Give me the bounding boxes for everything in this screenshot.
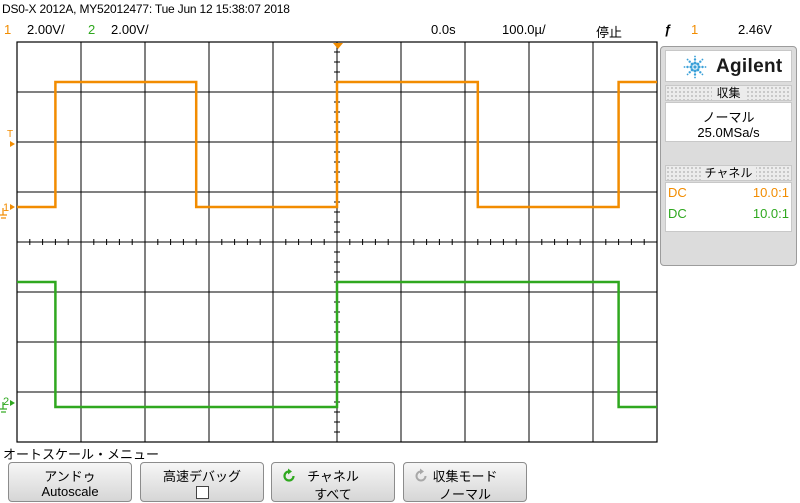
- acquire-section: ノーマル 25.0MSa/s: [665, 102, 792, 142]
- trigger-level-marker: [10, 141, 15, 147]
- acquire-mode: ノーマル: [702, 110, 755, 125]
- brand-name: Agilent: [716, 56, 783, 77]
- ch1-ground-label: 1: [3, 202, 9, 214]
- acquire-mode-button[interactable]: 収集モード ノーマル: [403, 462, 527, 502]
- trigger-position-marker: [333, 43, 343, 49]
- instrument-title: DS0-X 2012A, MY52012477: Tue Jun 12 15:3…: [2, 2, 290, 16]
- trigger-level-label: T: [7, 129, 13, 140]
- info-panel: Agilent 収集 ノーマル 25.0MSa/s チャネル DC 10.0:1…: [660, 46, 797, 266]
- softkey-label: チャネル: [307, 469, 359, 484]
- ch1-waveform: [17, 80, 657, 209]
- agilent-spark-icon: [683, 55, 707, 79]
- autoscale-undo-button[interactable]: アンドゥ Autoscale: [8, 462, 132, 502]
- trigger-edge-icon: ƒ: [664, 22, 672, 37]
- sample-rate: 25.0MSa/s: [697, 125, 760, 140]
- time-scale: 100.0µ/: [502, 22, 546, 37]
- ch2-probe: 10.0:1: [752, 206, 789, 221]
- fast-debug-button[interactable]: 高速デバッグ: [140, 462, 264, 502]
- menu-title: オートスケール・メニュー: [3, 447, 160, 462]
- ch1-coupling: DC: [668, 185, 687, 200]
- time-offset: 0.0s: [431, 22, 456, 37]
- softkey-label: 収集モード: [432, 469, 498, 484]
- softkey-label: アンドゥ: [44, 469, 96, 484]
- acquire-header: 収集: [665, 85, 792, 101]
- softkey-value: すべて: [314, 487, 352, 502]
- ch2-ground-label: 2: [3, 396, 9, 408]
- ch2-scale: 2.00V/: [111, 22, 149, 37]
- ch2-coupling: DC: [668, 206, 687, 221]
- ch1-number: 1: [4, 22, 12, 37]
- softkey-value: ノーマル: [438, 487, 491, 502]
- run-state: 停止: [596, 25, 623, 40]
- ch2-info-row: DC 10.0:1: [668, 206, 789, 221]
- fast-debug-checkbox[interactable]: [195, 486, 209, 499]
- fast-debug-checkbox-wrap: [141, 483, 263, 502]
- ch2-waveform: [17, 280, 657, 409]
- ch1-info-row: DC 10.0:1: [668, 185, 789, 200]
- ch2-number: 2: [88, 22, 96, 37]
- channel-header: チャネル: [665, 165, 792, 181]
- trigger-source: 1: [691, 22, 699, 37]
- brand-box: Agilent: [665, 50, 792, 82]
- ch1-probe: 10.0:1: [752, 185, 789, 200]
- channel-section: DC 10.0:1 DC 10.0:1: [665, 182, 792, 232]
- channels-button[interactable]: チャネル すべて: [271, 462, 395, 502]
- softkey-value: Autoscale: [41, 484, 99, 499]
- trigger-level: 2.46V: [738, 22, 772, 37]
- ch1-scale: 2.00V/: [27, 22, 65, 37]
